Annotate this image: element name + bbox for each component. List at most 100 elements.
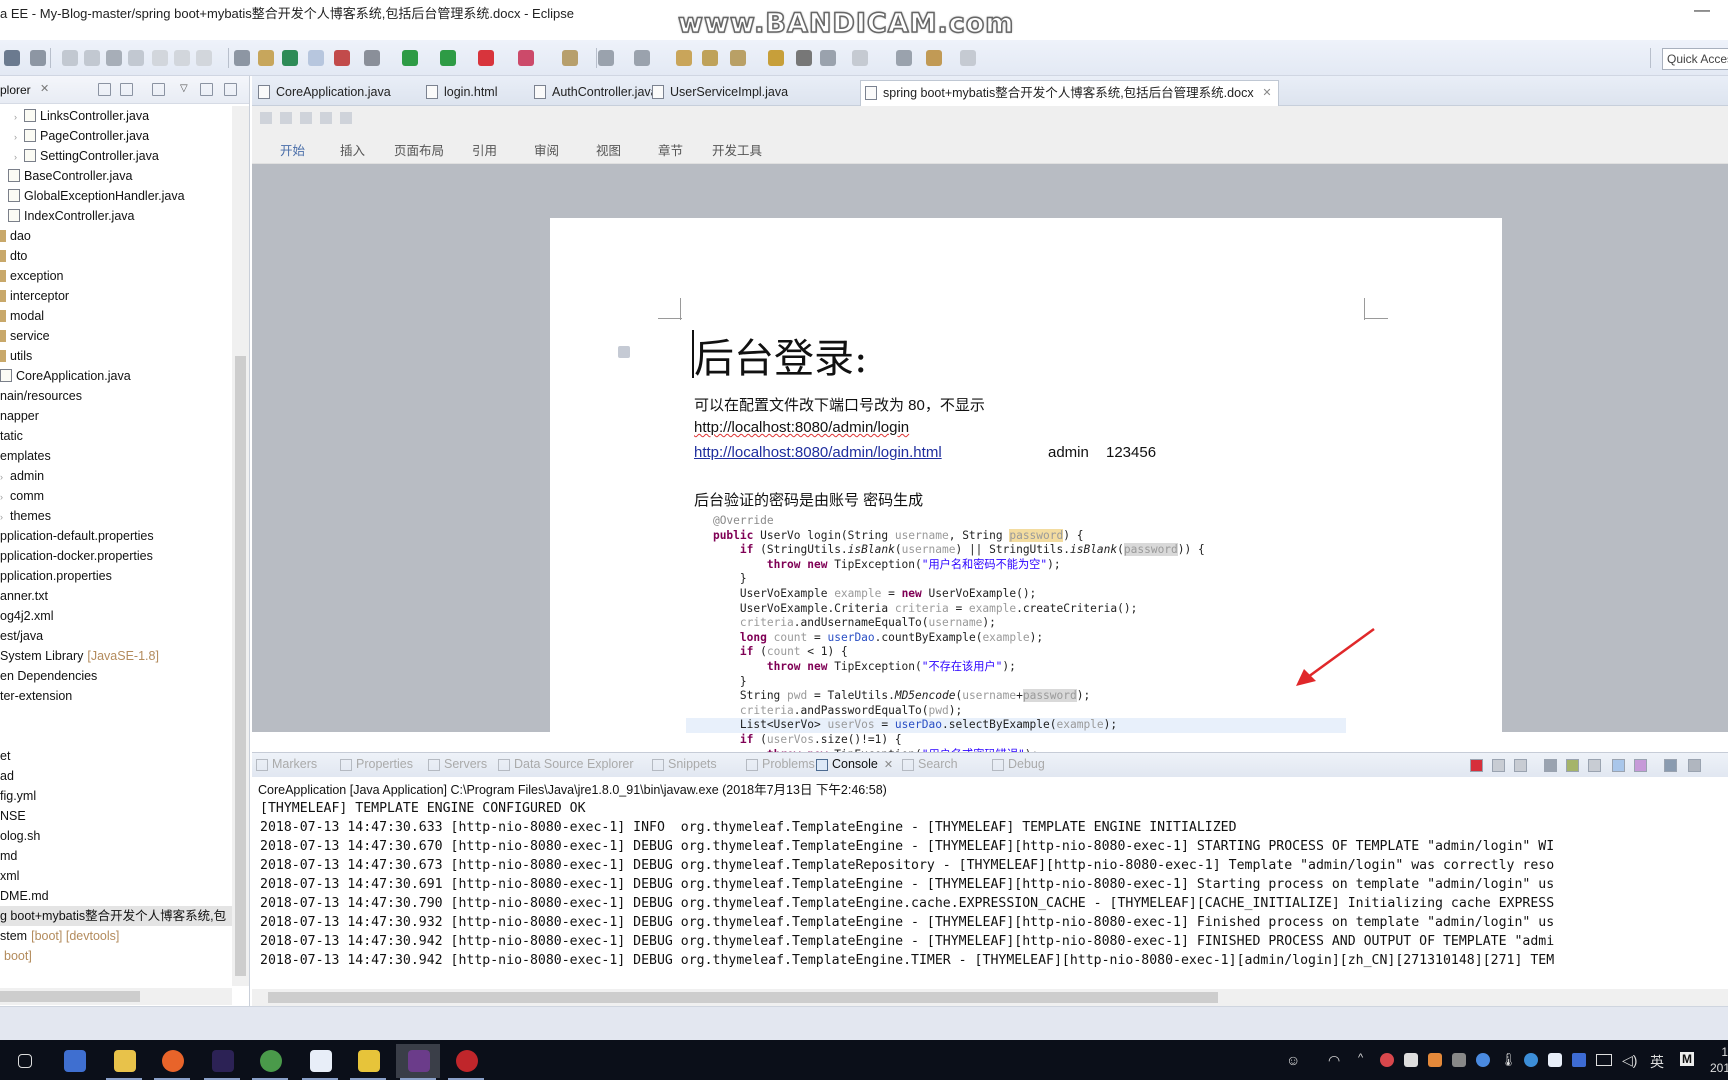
tree-item[interactable]: IndexController.java [0, 206, 232, 226]
editor-tab[interactable]: spring boot+mybatis整合开发个人博客系统,包括后台管理系统.d… [860, 80, 1279, 106]
view-tab-data-source-explorer[interactable]: Data Source Explorer [498, 757, 634, 771]
expand-arrow-icon[interactable]: › [14, 107, 24, 127]
ime-indicator[interactable]: 英 [1650, 1052, 1664, 1072]
stop-icon[interactable] [478, 50, 494, 66]
tree-item[interactable]: ad [0, 766, 232, 786]
view-menu-icon[interactable]: ▽ [180, 83, 193, 96]
console-icon[interactable] [4, 50, 20, 66]
run-icon[interactable] [402, 50, 418, 66]
tree-item[interactable] [0, 706, 232, 726]
annotation-icon[interactable] [820, 50, 836, 66]
debug-icon[interactable] [364, 50, 380, 66]
tray-app-icon[interactable] [1572, 1053, 1586, 1067]
tree-item[interactable]: › LinksController.java [0, 106, 232, 126]
tree-item[interactable]: nain/resources [0, 386, 232, 406]
people-icon[interactable]: ☺ [1286, 1052, 1300, 1068]
open-type-icon[interactable] [676, 50, 692, 66]
tree-item[interactable]: est/java [0, 626, 232, 646]
prev-edit-icon[interactable] [896, 50, 912, 66]
spring-boot-icon[interactable] [282, 50, 298, 66]
tree-item[interactable]: anner.txt [0, 586, 232, 606]
marker-icon[interactable] [768, 50, 784, 66]
tree-item[interactable]: DME.md [0, 886, 232, 906]
tray-app-icon[interactable] [1452, 1053, 1466, 1067]
view-tab-search[interactable]: Search [902, 757, 958, 771]
nav-icon[interactable] [634, 50, 650, 66]
terminate-icon[interactable] [1470, 759, 1483, 772]
minimize-view-icon[interactable] [200, 83, 213, 96]
view-tab-markers[interactable]: Markers [256, 757, 317, 771]
server-icon[interactable] [518, 50, 534, 66]
login-link[interactable]: http://localhost:8080/admin/login.html [694, 444, 942, 461]
tray-app-icon[interactable] [1524, 1053, 1538, 1067]
tray-app-icon[interactable] [1380, 1053, 1394, 1067]
word-wrap-icon[interactable] [1588, 759, 1601, 772]
remove-launch-icon[interactable] [1492, 759, 1505, 772]
build-icon[interactable] [598, 50, 614, 66]
back-icon[interactable] [852, 50, 868, 66]
editor-tab[interactable]: AuthController.java [530, 80, 658, 106]
link-editor-icon[interactable] [120, 83, 133, 96]
tree-item[interactable]: › SettingController.java [0, 146, 232, 166]
package-explorer-tab[interactable]: plorer [0, 83, 31, 97]
quick-tool-icon[interactable] [320, 112, 332, 124]
tree-item[interactable]: CoreApplication.java [0, 366, 232, 386]
globe-icon[interactable] [796, 50, 812, 66]
tree-item[interactable]: pplication-docker.properties [0, 546, 232, 566]
taskbar-eclipse[interactable] [200, 1044, 244, 1080]
forward-icon[interactable] [152, 83, 165, 96]
remove-all-icon[interactable] [1514, 759, 1527, 772]
show-on-output-icon[interactable] [1566, 759, 1579, 772]
taskbar-bandicam[interactable] [444, 1044, 488, 1080]
ribbon-tab[interactable]: 页面布局 [394, 140, 444, 159]
network-icon[interactable] [1596, 1054, 1612, 1066]
tree-item[interactable]: fig.yml [0, 786, 232, 806]
taskbar-this-pc[interactable] [52, 1044, 96, 1078]
scrollbar-thumb[interactable] [0, 991, 140, 1002]
folder-icon[interactable] [702, 50, 718, 66]
view-tab-properties[interactable]: Properties [340, 757, 413, 771]
ribbon-tab[interactable]: 视图 [596, 140, 621, 159]
tray-app-icon[interactable] [1404, 1053, 1418, 1067]
pen-icon[interactable] [730, 50, 746, 66]
close-icon[interactable]: ✕ [884, 759, 893, 771]
tree-item[interactable]: pplication.properties [0, 566, 232, 586]
tree-item[interactable]: pplication-default.properties [0, 526, 232, 546]
suspend-icon[interactable] [84, 50, 100, 66]
tree-item[interactable]: GlobalExceptionHandler.java [0, 186, 232, 206]
ribbon-tab[interactable]: 开始 [280, 140, 305, 159]
taskbar-file-explorer[interactable] [102, 1044, 146, 1080]
paragraph-options-icon[interactable] [618, 346, 630, 358]
tray-app-icon[interactable] [1428, 1053, 1442, 1067]
tree-item[interactable]: napper [0, 406, 232, 426]
tree-item[interactable]: service [0, 326, 232, 346]
view-tab-servers[interactable]: Servers [428, 757, 487, 771]
ribbon-tab[interactable]: 审阅 [534, 140, 559, 159]
quick-tool-icon[interactable] [340, 112, 352, 124]
quick-access-input[interactable]: Quick Access [1662, 48, 1728, 70]
tree-item[interactable]: exception [0, 266, 232, 286]
taskbar-baidu-netdisk[interactable] [298, 1044, 342, 1080]
tree-item[interactable]: olog.sh [0, 826, 232, 846]
taskbar-eclipse-ee[interactable] [396, 1044, 440, 1080]
tree-item[interactable]: utils [0, 346, 232, 366]
ribbon-tab[interactable]: 开发工具 [712, 140, 762, 159]
view-tab-problems[interactable]: Problems [746, 757, 815, 771]
view-tab-snippets[interactable]: Snippets [652, 757, 717, 771]
run-external-icon[interactable] [440, 50, 456, 66]
tree-item[interactable]: ter-extension [0, 686, 232, 706]
open-console-icon[interactable] [1664, 759, 1677, 772]
quick-tool-icon[interactable] [300, 112, 312, 124]
pin-console-icon[interactable] [1612, 759, 1625, 772]
tree-item[interactable]: tatic [0, 426, 232, 446]
ribbon-tab[interactable]: 引用 [472, 140, 497, 159]
close-icon[interactable]: ✕ [40, 82, 49, 95]
tree-item[interactable]: › themes [0, 506, 232, 526]
tree-item[interactable]: BaseController.java [0, 166, 232, 186]
quick-tool-icon[interactable] [260, 112, 272, 124]
tree-item[interactable]: System Library [JavaSE-1.8] [0, 646, 232, 666]
tree-item[interactable]: › comm [0, 486, 232, 506]
ribbon-tab[interactable]: 章节 [658, 140, 683, 159]
tree-item[interactable]: interceptor [0, 286, 232, 306]
view-menu-icon[interactable] [1688, 759, 1701, 772]
